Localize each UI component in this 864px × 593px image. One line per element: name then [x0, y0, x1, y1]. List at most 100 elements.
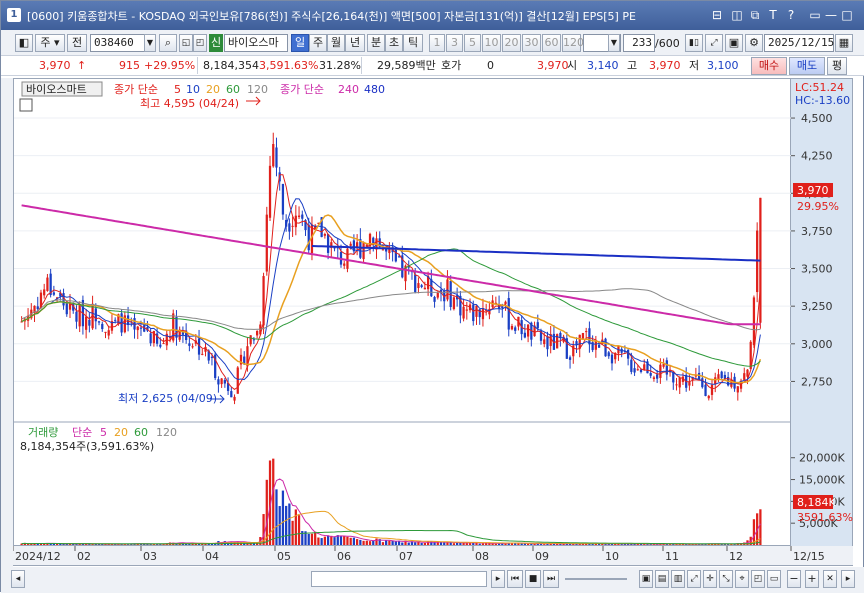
code-dropdown-icon[interactable]: ▼ [144, 34, 156, 52]
candle-body [175, 316, 178, 338]
split-icon[interactable]: ◫ [729, 7, 745, 23]
candle-body [507, 298, 510, 330]
stock-list-icon[interactable]: ◰ [193, 34, 207, 52]
compress-icon[interactable]: ⤡ [719, 570, 733, 588]
zoom-reset-icon[interactable]: ▥ [671, 570, 685, 588]
interval-60-button[interactable]: 60 [542, 34, 561, 52]
stock-menu-icon[interactable]: ◱ [179, 34, 193, 52]
interval-dropdown-icon[interactable]: ▼ [608, 34, 620, 52]
data-count-input[interactable]: 233 [623, 34, 655, 52]
open-value: 3,140 [587, 59, 619, 72]
volume-bar [391, 541, 394, 545]
evaluate-button[interactable]: 평 [827, 57, 847, 75]
close-panel-icon[interactable]: ✕ [823, 570, 837, 588]
period-second-button[interactable]: 초 [385, 34, 403, 52]
change-value: 915 [119, 59, 140, 72]
calendar-icon[interactable]: ▦ [835, 34, 853, 52]
candle-body [88, 319, 91, 326]
scroll-end-icon[interactable]: ▸ [841, 570, 855, 588]
candle-body [349, 243, 352, 246]
scroll-thumb[interactable] [311, 571, 487, 587]
period-day-button[interactable]: 일 [291, 34, 309, 52]
interval-3-button[interactable]: 3 [446, 34, 463, 52]
volume-bar [478, 543, 481, 545]
period-tick-button[interactable]: 틱 [403, 34, 423, 52]
date-input[interactable]: 2025/12/15 [764, 34, 834, 52]
snapshot-icon[interactable]: ◰ [751, 570, 765, 588]
zoom-in-icon[interactable]: + [805, 570, 819, 588]
measure-icon[interactable]: ⌖ [735, 570, 749, 588]
volume-bar [326, 535, 330, 545]
volume-bar [388, 540, 391, 545]
new-tag: 신 [209, 34, 223, 52]
volume-bar [514, 543, 517, 545]
gear-icon[interactable]: ⚙ [745, 34, 763, 52]
candle-body [543, 339, 546, 345]
volume-bar [397, 541, 401, 545]
last-volume-tag: 8,184K [797, 496, 836, 509]
prev-button[interactable]: 전 [67, 34, 87, 52]
interval-1-button[interactable]: 1 [429, 34, 445, 52]
copy-icon[interactable]: ⧉ [747, 7, 763, 23]
candle-body [478, 309, 481, 318]
interval-10-button[interactable]: 10 [482, 34, 501, 52]
interval-5-button[interactable]: 5 [464, 34, 481, 52]
volume-bar [291, 520, 294, 545]
period-year-button[interactable]: 년 [345, 34, 365, 52]
sell-button[interactable]: 매도 [789, 57, 825, 75]
stop-icon[interactable]: ■ [525, 570, 541, 588]
chart-settings-button[interactable]: ◧ [15, 34, 33, 52]
restore-icon[interactable]: ▭ [807, 7, 823, 23]
ma-20-label: 20 [206, 83, 220, 96]
period-minute-button[interactable]: 분 [367, 34, 385, 52]
zoom-region-icon[interactable]: ▤ [655, 570, 669, 588]
font-icon[interactable]: T [765, 7, 781, 23]
window-icon[interactable]: ▭ [767, 570, 781, 588]
interval-30-button[interactable]: 30 [522, 34, 541, 52]
volume-bar [420, 543, 423, 545]
search-icon[interactable]: ⌕ [159, 34, 177, 52]
chart-canvas[interactable]: 바이오스마트 종가 단순 5 10 20 60 120 종가 단순 240 48… [14, 79, 792, 547]
volume-bar [307, 533, 310, 545]
crosshair-icon[interactable]: ✛ [703, 570, 717, 588]
candle-body [301, 214, 304, 219]
period-week-button[interactable]: 주 [309, 34, 327, 52]
chart-panel[interactable]: 바이오스마트 종가 단순 5 10 20 60 120 종가 단순 240 48… [13, 78, 792, 547]
stock-code-input[interactable]: 038460 [90, 34, 152, 52]
volume-bar [343, 535, 346, 545]
candle-type-icon[interactable]: ▮▯ [685, 34, 703, 52]
candle-body [275, 147, 278, 168]
drawing-tool-icon[interactable]: ⤢ [705, 34, 723, 52]
volume-ma-60-line [21, 529, 761, 545]
scroll-left-icon[interactable]: ◂ [11, 570, 25, 588]
price-axis[interactable]: LC:51.24 HC:-13.60 4,5004,2504,0003,7503… [791, 78, 853, 546]
time-axis[interactable]: 2024/12 02 03 04 05 06 07 08 09 10 11 12 12/15 [12, 546, 853, 566]
type-select[interactable]: 주 ▾ [35, 34, 65, 52]
rewind-icon[interactable]: ⏮ [507, 570, 523, 588]
volume-bar [52, 543, 56, 545]
layout-icon[interactable]: ⊟ [709, 7, 725, 23]
candle-body [236, 367, 239, 394]
forward-icon[interactable]: ⏭ [543, 570, 559, 588]
volume-bar [355, 539, 359, 545]
volume-bar [294, 509, 297, 545]
help-icon[interactable]: ? [783, 7, 799, 23]
ma-480-label: 480 [364, 83, 385, 96]
minimize-icon[interactable]: — [823, 7, 839, 23]
stock-name-field[interactable]: 바이오스마 [224, 34, 288, 52]
maximize-icon[interactable]: □ [839, 7, 855, 23]
interval-20-button[interactable]: 20 [502, 34, 521, 52]
expand-icon[interactable]: ⤢ [687, 570, 701, 588]
zoom-slider[interactable] [565, 578, 627, 580]
volume-bar [436, 542, 439, 545]
buy-button[interactable]: 매수 [751, 57, 787, 75]
candle-body [420, 285, 423, 288]
save-icon[interactable]: ▣ [725, 34, 743, 52]
period-month-button[interactable]: 월 [327, 34, 345, 52]
zoom-out-icon[interactable]: − [787, 570, 801, 588]
interval-120-button[interactable]: 120 [562, 34, 584, 52]
zoom-fit-icon[interactable]: ▣ [639, 570, 653, 588]
scroll-right-icon[interactable]: ▸ [491, 570, 505, 588]
time-tick-label: 12 [729, 550, 743, 563]
grid-toggle-icon[interactable] [19, 98, 33, 112]
